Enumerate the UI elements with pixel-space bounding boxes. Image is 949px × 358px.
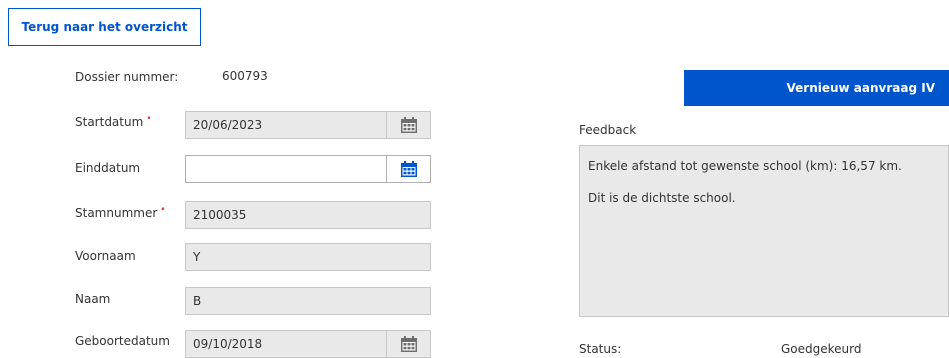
status-label: Status:: [579, 342, 622, 356]
calendar-icon: [400, 336, 417, 352]
feedback-textarea[interactable]: Enkele afstand tot gewenste school (km):…: [579, 145, 949, 317]
dossier-number-value: 600793: [222, 69, 268, 83]
startdatum-calendar-button[interactable]: [386, 112, 430, 138]
feedback-line: Dit is de dichtste school.: [588, 191, 736, 205]
stamnummer-value: 2100035: [193, 208, 247, 222]
status-value: Goedgekeurd: [781, 342, 862, 356]
naam-label: Naam: [75, 292, 111, 306]
voornaam-field[interactable]: Y: [185, 243, 431, 271]
startdatum-label: Startdatum: [75, 115, 144, 129]
geboortedatum-calendar-button[interactable]: [386, 331, 430, 357]
startdatum-label-row: Startdatum •: [75, 114, 152, 132]
dossier-detail-page: Terug naar het overzicht Dossier nummer:…: [0, 0, 949, 358]
geboortedatum-label: Geboortedatum: [75, 334, 170, 348]
dossier-number-label: Dossier nummer:: [75, 70, 179, 84]
voornaam-value: Y: [193, 250, 201, 264]
einddatum-calendar-button[interactable]: [386, 156, 430, 182]
einddatum-field[interactable]: [185, 155, 431, 183]
back-to-overview-button[interactable]: Terug naar het overzicht: [8, 8, 201, 46]
stamnummer-label: Stamnummer: [75, 206, 158, 220]
renew-application-button[interactable]: Vernieuw aanvraag IV: [684, 70, 949, 106]
feedback-line: Enkele afstand tot gewenste school (km):…: [588, 159, 902, 173]
stamnummer-label-row: Stamnummer •: [75, 205, 166, 223]
naam-field[interactable]: B: [185, 287, 431, 315]
feedback-label: Feedback: [579, 123, 637, 137]
stamnummer-field[interactable]: 2100035: [185, 201, 431, 229]
geboortedatum-field[interactable]: 09/10/2018: [185, 330, 431, 358]
voornaam-label: Voornaam: [75, 249, 136, 263]
naam-value: B: [193, 294, 202, 308]
calendar-icon: [400, 117, 417, 133]
startdatum-field[interactable]: 20/06/2023: [185, 111, 431, 139]
required-marker: •: [146, 114, 152, 124]
required-marker: •: [160, 205, 166, 215]
calendar-icon: [400, 161, 417, 177]
einddatum-label: Einddatum: [75, 161, 141, 175]
